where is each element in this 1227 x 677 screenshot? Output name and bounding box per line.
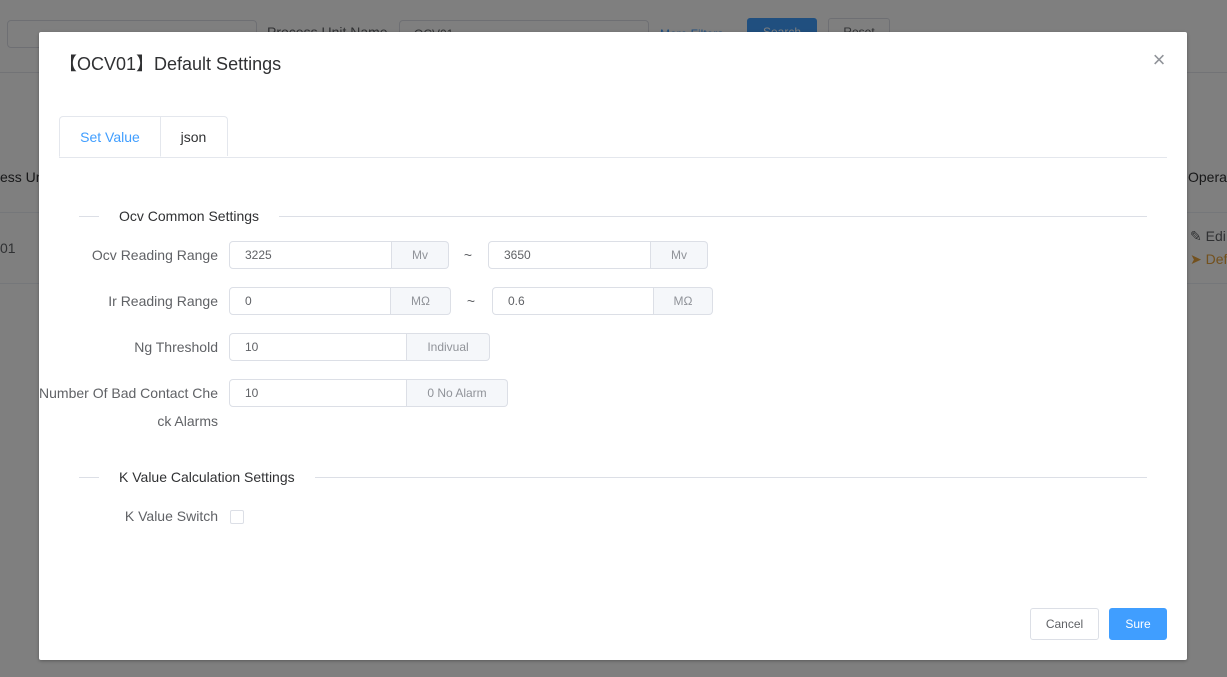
cancel-button[interactable]: Cancel xyxy=(1030,608,1099,640)
ir-min-input[interactable] xyxy=(229,287,391,315)
ocv-max-unit: Mv xyxy=(651,241,708,269)
ng-threshold-group: Indivual xyxy=(229,333,490,361)
ocv-range-separator: ~ xyxy=(463,247,473,263)
close-icon[interactable]: × xyxy=(1148,49,1170,71)
ocv-range-label: Ocv Reading Range xyxy=(91,247,218,263)
bad-contact-group: 0 No Alarm xyxy=(229,379,508,407)
ir-max-input[interactable] xyxy=(492,287,654,315)
dialog-title: 【OCV01】Default Settings xyxy=(59,54,282,74)
ocv-max-input[interactable] xyxy=(488,241,651,269)
bad-contact-input[interactable] xyxy=(229,379,407,407)
ocv-min-unit: Mv xyxy=(392,241,449,269)
ng-threshold-label: Ng Threshold xyxy=(134,339,218,355)
ocv-min-input[interactable] xyxy=(229,241,392,269)
ng-threshold-unit: Indivual xyxy=(407,333,490,361)
ir-range-label: Ir Reading Range xyxy=(108,293,218,309)
tab-json[interactable]: json xyxy=(160,116,228,156)
section-title-common: Ocv Common Settings xyxy=(99,206,280,226)
bad-contact-label: Number Of Bad Contact Check Alarms xyxy=(39,385,218,429)
tab-set-value[interactable]: Set Value xyxy=(59,116,161,157)
default-settings-dialog: 【OCV01】Default Settings × Set Value json… xyxy=(39,32,1187,660)
ir-min-unit: MΩ xyxy=(391,287,451,315)
section-title-kvalue: K Value Calculation Settings xyxy=(99,467,315,487)
ng-threshold-input[interactable] xyxy=(229,333,407,361)
ir-max-group: MΩ xyxy=(492,287,713,315)
ocv-min-group: Mv xyxy=(229,241,449,269)
ir-min-group: MΩ xyxy=(229,287,451,315)
k-switch-checkbox[interactable] xyxy=(230,510,244,524)
ir-max-unit: MΩ xyxy=(654,287,713,315)
settings-tabs: Set Value json xyxy=(59,116,1167,158)
bad-contact-unit: 0 No Alarm xyxy=(407,379,508,407)
ir-range-separator: ~ xyxy=(466,293,476,309)
ocv-max-group: Mv xyxy=(488,241,708,269)
sure-button[interactable]: Sure xyxy=(1109,608,1167,640)
k-switch-label: K Value Switch xyxy=(124,508,218,524)
